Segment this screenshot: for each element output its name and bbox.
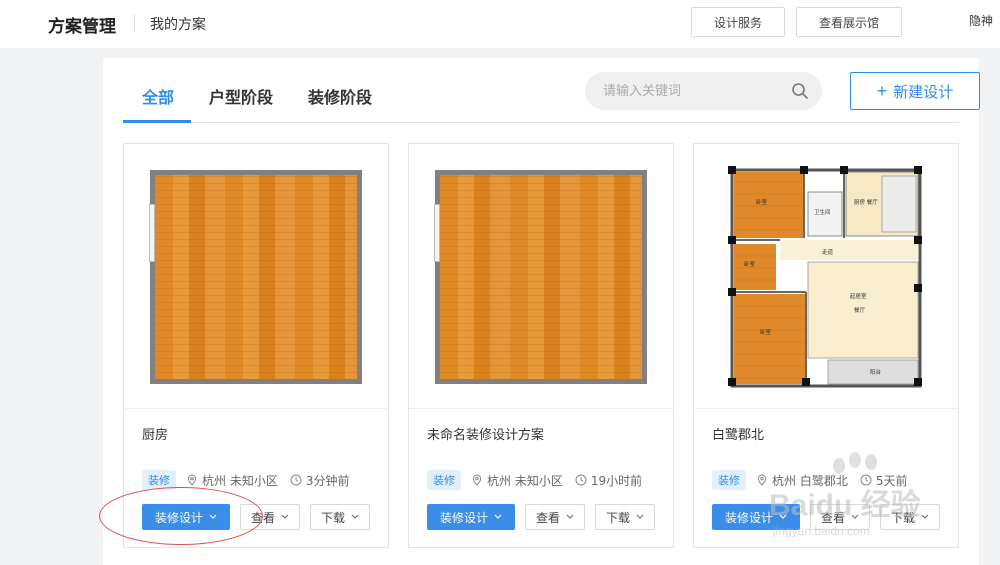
title-divider xyxy=(134,14,135,32)
download-label: 下载 xyxy=(605,510,630,525)
search-box xyxy=(585,72,822,110)
design-card[interactable]: 未命名装修设计方案 装修 杭州 未知小区 19小时前 装修设计 查看 下载 xyxy=(408,143,674,548)
design-card[interactable]: 厨房 装修 杭州 未知小区 3分钟前 装修设计 查看 下载 xyxy=(123,143,389,548)
chevron-down-icon xyxy=(209,514,217,519)
design-meta: 装修 杭州 未知小区 3分钟前 xyxy=(142,470,350,490)
plus-icon: + xyxy=(876,80,888,101)
door-opening xyxy=(434,204,440,262)
room-label: 餐厅 xyxy=(854,306,866,314)
decoration-design-button[interactable]: 装修设计 xyxy=(427,504,515,530)
view-button[interactable]: 查看 xyxy=(240,504,300,530)
wood-floor xyxy=(155,175,357,379)
room-label: 阳台 xyxy=(870,368,882,376)
clock-icon xyxy=(290,474,302,486)
chevron-down-icon xyxy=(494,514,502,519)
card-actions: 装修设计 查看 下载 xyxy=(712,504,940,530)
design-service-button[interactable]: 设计服务 xyxy=(691,7,785,37)
tab-bar: 全部 户型阶段 装修阶段 + 新建设计 xyxy=(123,58,980,123)
chevron-down-icon xyxy=(566,514,574,519)
design-meta: 装修 杭州 未知小区 19小时前 xyxy=(427,470,643,490)
design-location: 杭州 白鹭郡北 xyxy=(772,473,848,488)
download-button[interactable]: 下载 xyxy=(595,504,655,530)
decoration-design-label: 装修设计 xyxy=(724,510,773,525)
decoration-design-label: 装修设计 xyxy=(154,510,203,525)
card-actions: 装修设计 查看 下载 xyxy=(142,504,370,530)
design-name: 未命名装修设计方案 xyxy=(427,428,545,443)
chevron-down-icon xyxy=(779,514,787,519)
tab-floorplan-stage[interactable]: 户型阶段 xyxy=(209,84,273,108)
design-thumbnail[interactable]: 卧室 卫生间 厨房 餐厅 卧室 走道 起居室 餐厅 卧室 阳台 xyxy=(694,144,958,409)
new-design-label: 新建设计 xyxy=(893,83,954,101)
view-label: 查看 xyxy=(250,510,275,525)
view-label: 查看 xyxy=(820,510,845,525)
room-label: 厨房 餐厅 xyxy=(854,198,878,206)
room-label: 卧室 xyxy=(756,198,768,206)
design-name: 白鹭郡北 xyxy=(712,428,765,443)
door-opening xyxy=(149,204,155,262)
design-location: 杭州 未知小区 xyxy=(202,473,278,488)
floorplan-render: 卧室 卫生间 厨房 餐厅 卧室 走道 起居室 餐厅 卧室 阳台 xyxy=(724,162,924,390)
room-floor-render xyxy=(434,170,647,384)
page-title: 方案管理 xyxy=(48,17,116,37)
decoration-design-button[interactable]: 装修设计 xyxy=(712,504,800,530)
page-subtitle: 我的方案 xyxy=(150,17,206,33)
room-label: 卧室 xyxy=(760,328,772,336)
wood-floor xyxy=(440,175,642,379)
tab-all[interactable]: 全部 xyxy=(142,84,174,108)
design-location: 杭州 未知小区 xyxy=(487,473,563,488)
chevron-down-icon xyxy=(921,514,929,519)
tab-decoration-stage[interactable]: 装修阶段 xyxy=(308,84,372,108)
room-label: 卫生间 xyxy=(814,208,831,216)
download-label: 下载 xyxy=(320,510,345,525)
view-label: 查看 xyxy=(535,510,560,525)
card-actions: 装修设计 查看 下载 xyxy=(427,504,655,530)
room-label: 起居室 xyxy=(850,292,867,300)
design-thumbnail[interactable] xyxy=(124,144,388,409)
active-tab-indicator xyxy=(123,120,191,123)
view-showroom-button[interactable]: 查看展示馆 xyxy=(796,7,902,37)
design-name: 厨房 xyxy=(142,428,169,443)
stage-tag: 装修 xyxy=(427,470,461,490)
clock-icon xyxy=(575,474,587,486)
location-pin-icon xyxy=(757,474,767,486)
design-time: 3分钟前 xyxy=(305,473,350,488)
chevron-down-icon xyxy=(351,514,359,519)
view-button[interactable]: 查看 xyxy=(810,504,870,530)
search-input[interactable] xyxy=(603,81,773,101)
room-label: 走道 xyxy=(822,248,834,256)
clock-icon xyxy=(860,474,872,486)
user-name[interactable]: 隐神 xyxy=(969,12,993,29)
design-thumbnail[interactable] xyxy=(409,144,673,409)
stage-tag: 装修 xyxy=(142,470,176,490)
chevron-down-icon xyxy=(281,514,289,519)
design-meta: 装修 杭州 白鹭郡北 5天前 xyxy=(712,470,908,490)
design-time: 19小时前 xyxy=(590,473,643,488)
download-button[interactable]: 下载 xyxy=(310,504,370,530)
chevron-down-icon xyxy=(851,514,859,519)
main-panel: 全部 户型阶段 装修阶段 + 新建设计 厨房 装修 杭州 未知小区 xyxy=(103,58,980,565)
download-label: 下载 xyxy=(890,510,915,525)
location-pin-icon xyxy=(472,474,482,486)
search-icon[interactable] xyxy=(791,82,809,100)
top-bar: 方案管理 我的方案 设计服务 查看展示馆 隐神 xyxy=(0,0,1000,48)
location-pin-icon xyxy=(187,474,197,486)
chevron-down-icon xyxy=(636,514,644,519)
decoration-design-button[interactable]: 装修设计 xyxy=(142,504,230,530)
design-card[interactable]: 卧室 卫生间 厨房 餐厅 卧室 走道 起居室 餐厅 卧室 阳台 白鹭郡北 装修 … xyxy=(693,143,959,548)
new-design-button[interactable]: + 新建设计 xyxy=(850,72,980,110)
room-floor-render xyxy=(149,170,362,384)
stage-tag: 装修 xyxy=(712,470,746,490)
decoration-design-label: 装修设计 xyxy=(439,510,488,525)
view-button[interactable]: 查看 xyxy=(525,504,585,530)
design-time: 5天前 xyxy=(875,473,908,488)
room-label: 卧室 xyxy=(744,260,756,268)
download-button[interactable]: 下载 xyxy=(880,504,940,530)
